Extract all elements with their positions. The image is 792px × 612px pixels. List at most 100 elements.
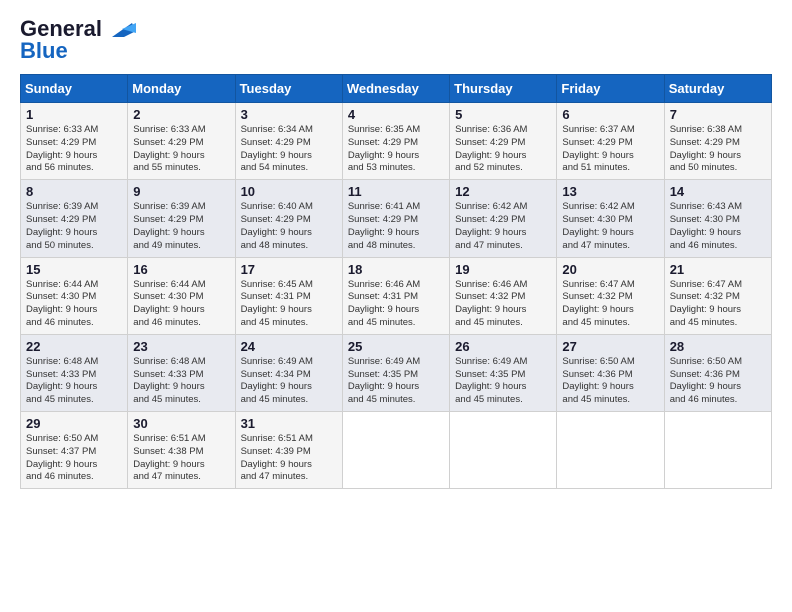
header: General Blue — [20, 16, 772, 64]
cell-info: Sunrise: 6:49 AMSunset: 4:35 PMDaylight:… — [455, 356, 527, 405]
day-number: 13 — [562, 184, 658, 199]
cell-info: Sunrise: 6:49 AMSunset: 4:34 PMDaylight:… — [241, 356, 313, 405]
cell-info: Sunrise: 6:50 AMSunset: 4:36 PMDaylight:… — [670, 356, 742, 405]
cell-info: Sunrise: 6:34 AMSunset: 4:29 PMDaylight:… — [241, 124, 313, 173]
day-number: 19 — [455, 262, 551, 277]
day-number: 31 — [241, 416, 337, 431]
day-number: 2 — [133, 107, 229, 122]
day-number: 7 — [670, 107, 766, 122]
cell-info: Sunrise: 6:45 AMSunset: 4:31 PMDaylight:… — [241, 279, 313, 328]
calendar-cell: 6 Sunrise: 6:37 AMSunset: 4:29 PMDayligh… — [557, 103, 664, 180]
calendar-cell: 11 Sunrise: 6:41 AMSunset: 4:29 PMDaylig… — [342, 180, 449, 257]
cell-info: Sunrise: 6:39 AMSunset: 4:29 PMDaylight:… — [26, 201, 98, 250]
cell-info: Sunrise: 6:39 AMSunset: 4:29 PMDaylight:… — [133, 201, 205, 250]
calendar-cell: 13 Sunrise: 6:42 AMSunset: 4:30 PMDaylig… — [557, 180, 664, 257]
day-number: 18 — [348, 262, 444, 277]
day-number: 30 — [133, 416, 229, 431]
calendar-cell: 12 Sunrise: 6:42 AMSunset: 4:29 PMDaylig… — [450, 180, 557, 257]
cell-info: Sunrise: 6:33 AMSunset: 4:29 PMDaylight:… — [133, 124, 205, 173]
calendar-table: SundayMondayTuesdayWednesdayThursdayFrid… — [20, 74, 772, 489]
day-number: 24 — [241, 339, 337, 354]
cell-info: Sunrise: 6:49 AMSunset: 4:35 PMDaylight:… — [348, 356, 420, 405]
calendar-cell: 16 Sunrise: 6:44 AMSunset: 4:30 PMDaylig… — [128, 257, 235, 334]
day-number: 26 — [455, 339, 551, 354]
day-number: 3 — [241, 107, 337, 122]
day-header-wednesday: Wednesday — [342, 75, 449, 103]
cell-info: Sunrise: 6:51 AMSunset: 4:38 PMDaylight:… — [133, 433, 205, 482]
cell-info: Sunrise: 6:47 AMSunset: 4:32 PMDaylight:… — [562, 279, 634, 328]
calendar-cell: 23 Sunrise: 6:48 AMSunset: 4:33 PMDaylig… — [128, 334, 235, 411]
day-number: 9 — [133, 184, 229, 199]
calendar-cell: 15 Sunrise: 6:44 AMSunset: 4:30 PMDaylig… — [21, 257, 128, 334]
calendar-cell: 21 Sunrise: 6:47 AMSunset: 4:32 PMDaylig… — [664, 257, 771, 334]
day-number: 27 — [562, 339, 658, 354]
cell-info: Sunrise: 6:42 AMSunset: 4:30 PMDaylight:… — [562, 201, 634, 250]
cell-info: Sunrise: 6:48 AMSunset: 4:33 PMDaylight:… — [26, 356, 98, 405]
day-header-sunday: Sunday — [21, 75, 128, 103]
day-number: 6 — [562, 107, 658, 122]
cell-info: Sunrise: 6:51 AMSunset: 4:39 PMDaylight:… — [241, 433, 313, 482]
day-number: 17 — [241, 262, 337, 277]
day-number: 12 — [455, 184, 551, 199]
calendar-cell: 9 Sunrise: 6:39 AMSunset: 4:29 PMDayligh… — [128, 180, 235, 257]
day-header-friday: Friday — [557, 75, 664, 103]
day-number: 1 — [26, 107, 122, 122]
calendar-cell: 3 Sunrise: 6:34 AMSunset: 4:29 PMDayligh… — [235, 103, 342, 180]
calendar-cell — [342, 412, 449, 489]
calendar-cell: 17 Sunrise: 6:45 AMSunset: 4:31 PMDaylig… — [235, 257, 342, 334]
cell-info: Sunrise: 6:50 AMSunset: 4:37 PMDaylight:… — [26, 433, 98, 482]
day-header-thursday: Thursday — [450, 75, 557, 103]
calendar-cell: 14 Sunrise: 6:43 AMSunset: 4:30 PMDaylig… — [664, 180, 771, 257]
calendar-cell: 29 Sunrise: 6:50 AMSunset: 4:37 PMDaylig… — [21, 412, 128, 489]
calendar-week-2: 8 Sunrise: 6:39 AMSunset: 4:29 PMDayligh… — [21, 180, 772, 257]
calendar-cell — [664, 412, 771, 489]
cell-info: Sunrise: 6:43 AMSunset: 4:30 PMDaylight:… — [670, 201, 742, 250]
calendar-cell: 30 Sunrise: 6:51 AMSunset: 4:38 PMDaylig… — [128, 412, 235, 489]
calendar-cell: 10 Sunrise: 6:40 AMSunset: 4:29 PMDaylig… — [235, 180, 342, 257]
calendar-cell: 8 Sunrise: 6:39 AMSunset: 4:29 PMDayligh… — [21, 180, 128, 257]
cell-info: Sunrise: 6:37 AMSunset: 4:29 PMDaylight:… — [562, 124, 634, 173]
day-number: 5 — [455, 107, 551, 122]
calendar-header-row: SundayMondayTuesdayWednesdayThursdayFrid… — [21, 75, 772, 103]
cell-info: Sunrise: 6:42 AMSunset: 4:29 PMDaylight:… — [455, 201, 527, 250]
day-header-saturday: Saturday — [664, 75, 771, 103]
cell-info: Sunrise: 6:50 AMSunset: 4:36 PMDaylight:… — [562, 356, 634, 405]
cell-info: Sunrise: 6:46 AMSunset: 4:31 PMDaylight:… — [348, 279, 420, 328]
day-number: 28 — [670, 339, 766, 354]
day-number: 23 — [133, 339, 229, 354]
day-header-monday: Monday — [128, 75, 235, 103]
cell-info: Sunrise: 6:38 AMSunset: 4:29 PMDaylight:… — [670, 124, 742, 173]
calendar-week-1: 1 Sunrise: 6:33 AMSunset: 4:29 PMDayligh… — [21, 103, 772, 180]
cell-info: Sunrise: 6:47 AMSunset: 4:32 PMDaylight:… — [670, 279, 742, 328]
day-number: 21 — [670, 262, 766, 277]
day-header-tuesday: Tuesday — [235, 75, 342, 103]
day-number: 16 — [133, 262, 229, 277]
cell-info: Sunrise: 6:44 AMSunset: 4:30 PMDaylight:… — [26, 279, 98, 328]
calendar-cell: 26 Sunrise: 6:49 AMSunset: 4:35 PMDaylig… — [450, 334, 557, 411]
day-number: 8 — [26, 184, 122, 199]
day-number: 25 — [348, 339, 444, 354]
day-number: 11 — [348, 184, 444, 199]
cell-info: Sunrise: 6:36 AMSunset: 4:29 PMDaylight:… — [455, 124, 527, 173]
calendar-cell: 1 Sunrise: 6:33 AMSunset: 4:29 PMDayligh… — [21, 103, 128, 180]
cell-info: Sunrise: 6:44 AMSunset: 4:30 PMDaylight:… — [133, 279, 205, 328]
calendar-cell — [557, 412, 664, 489]
calendar-cell: 19 Sunrise: 6:46 AMSunset: 4:32 PMDaylig… — [450, 257, 557, 334]
logo: General Blue — [20, 16, 136, 64]
day-number: 22 — [26, 339, 122, 354]
day-number: 4 — [348, 107, 444, 122]
calendar-cell: 25 Sunrise: 6:49 AMSunset: 4:35 PMDaylig… — [342, 334, 449, 411]
calendar-cell: 18 Sunrise: 6:46 AMSunset: 4:31 PMDaylig… — [342, 257, 449, 334]
logo-icon — [104, 19, 136, 39]
calendar-cell: 4 Sunrise: 6:35 AMSunset: 4:29 PMDayligh… — [342, 103, 449, 180]
calendar-cell: 5 Sunrise: 6:36 AMSunset: 4:29 PMDayligh… — [450, 103, 557, 180]
calendar-cell: 22 Sunrise: 6:48 AMSunset: 4:33 PMDaylig… — [21, 334, 128, 411]
day-number: 14 — [670, 184, 766, 199]
cell-info: Sunrise: 6:41 AMSunset: 4:29 PMDaylight:… — [348, 201, 420, 250]
calendar-week-3: 15 Sunrise: 6:44 AMSunset: 4:30 PMDaylig… — [21, 257, 772, 334]
logo-blue: Blue — [20, 38, 68, 64]
day-number: 10 — [241, 184, 337, 199]
calendar-cell — [450, 412, 557, 489]
cell-info: Sunrise: 6:48 AMSunset: 4:33 PMDaylight:… — [133, 356, 205, 405]
calendar-cell: 2 Sunrise: 6:33 AMSunset: 4:29 PMDayligh… — [128, 103, 235, 180]
